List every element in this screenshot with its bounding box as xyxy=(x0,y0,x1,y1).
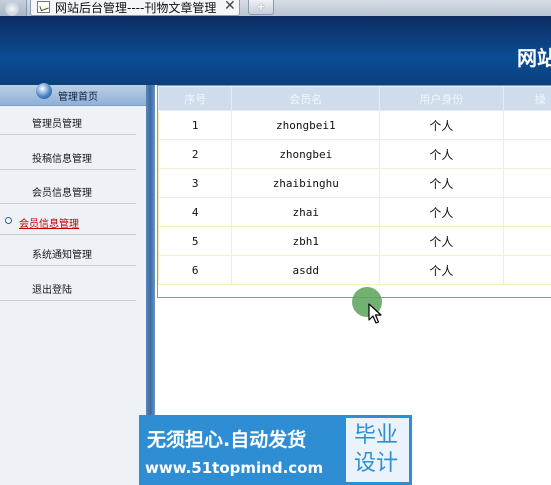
banner-slogan: 无须担心.自动发货 xyxy=(147,429,307,451)
sidebar-item-label: 管理员管理 xyxy=(32,119,82,130)
globe-icon xyxy=(36,83,52,99)
mouse-pointer-icon xyxy=(368,303,382,324)
table-row: 1 zhongbei1 个人 xyxy=(157,110,551,140)
cell-user-role: 个人 xyxy=(379,168,504,198)
cell-member-name: zhongbei1 xyxy=(231,110,381,140)
sidebar-item-logout[interactable]: 退出登陆 xyxy=(0,273,136,301)
cell-actions xyxy=(502,110,551,140)
browser-home-tab[interactable] xyxy=(0,0,27,16)
cell-user-role: 个人 xyxy=(379,197,504,227)
sidebar-item-admin-management[interactable]: 管理员管理 xyxy=(0,107,136,135)
banner-label-line1: 毕业 xyxy=(354,423,399,448)
sidebar-item-member-management[interactable]: 会员信息管理 xyxy=(0,176,136,204)
cell-actions xyxy=(502,255,551,285)
browser-tab-strip: 网站后台管理----刊物文章管理 ✕ + xyxy=(0,0,551,16)
sidebar-item-submission-management[interactable]: 投稿信息管理 xyxy=(0,142,136,170)
cell-user-role: 个人 xyxy=(379,110,504,140)
close-tab-icon[interactable]: ✕ xyxy=(224,0,236,14)
watermark-banner: 无须担心.自动发货 www.51topmind.com 毕业 设计 xyxy=(139,415,412,485)
banner-left-panel: 无须担心.自动发货 www.51topmind.com xyxy=(139,415,343,485)
sidebar-item-label: 退出登陆 xyxy=(32,285,72,296)
sidebar-item-label: 投稿信息管理 xyxy=(32,154,92,165)
table-row: 2 zhongbei 个人 xyxy=(157,139,551,169)
sidebar-home-label: 管理首页 xyxy=(58,92,98,103)
browser-tab[interactable]: 网站后台管理----刊物文章管理 ✕ xyxy=(30,0,240,16)
cell-no: 5 xyxy=(157,226,233,256)
sidebar-item-label: 会员信息管理 xyxy=(32,188,92,199)
cell-user-role: 个人 xyxy=(379,139,504,169)
column-header-member-name: 会员名 xyxy=(231,86,381,111)
column-header-no: 序号 xyxy=(157,86,233,111)
sidebar-item-member-management-active[interactable]: 会员信息管理 xyxy=(0,207,136,235)
sidebar-item-label: 系统通知管理 xyxy=(32,250,92,261)
table-row: 6 asdd 个人 xyxy=(157,255,551,285)
site-title: 网站 xyxy=(517,46,551,70)
table-row: 3 zhaibinghu 个人 xyxy=(157,168,551,198)
new-tab-button[interactable]: + xyxy=(248,0,274,15)
cell-no: 3 xyxy=(157,168,233,198)
table-row: 4 zhai 个人 xyxy=(157,197,551,227)
browser-menu-icon xyxy=(5,2,19,16)
cell-actions xyxy=(502,197,551,227)
cell-member-name: zhai xyxy=(231,197,381,227)
sidebar-home-header[interactable]: 管理首页 xyxy=(0,83,146,106)
sidebar: 管理首页 管理员管理 投稿信息管理 会员信息管理 会员信息管理 系统通知管理 退… xyxy=(0,83,146,485)
member-table: 序号 会员名 用户身份 操 1 zhongbei1 个人 2 zhongbei … xyxy=(157,86,551,285)
member-table-panel: 序号 会员名 用户身份 操 1 zhongbei1 个人 2 zhongbei … xyxy=(157,85,551,298)
sidebar-item-label: 会员信息管理 xyxy=(19,219,79,230)
banner-label-line2: 设计 xyxy=(354,451,399,476)
cell-member-name: zbh1 xyxy=(231,226,381,256)
table-header-row: 序号 会员名 用户身份 操 xyxy=(157,86,551,111)
browser-tab-title: 网站后台管理----刊物文章管理 xyxy=(55,1,217,15)
cell-actions xyxy=(502,226,551,256)
cell-user-role: 个人 xyxy=(379,255,504,285)
banner-url: www.51topmind.com xyxy=(145,459,324,477)
cell-no: 6 xyxy=(157,255,233,285)
column-header-user-role: 用户身份 xyxy=(379,86,504,111)
table-row: 5 zbh1 个人 xyxy=(157,226,551,256)
banner-right-panel: 毕业 设计 xyxy=(343,415,412,485)
column-header-actions: 操 xyxy=(502,86,551,111)
cell-user-role: 个人 xyxy=(379,226,504,256)
cell-no: 1 xyxy=(157,110,233,140)
cell-no: 4 xyxy=(157,197,233,227)
cell-member-name: zhongbei xyxy=(231,139,381,169)
site-header: 网站 xyxy=(0,16,551,85)
sidebar-item-notice-management[interactable]: 系统通知管理 xyxy=(0,238,136,266)
cell-member-name: asdd xyxy=(231,255,381,285)
cell-actions xyxy=(502,168,551,198)
cell-member-name: zhaibinghu xyxy=(231,168,381,198)
page-favicon-icon xyxy=(37,1,50,13)
cell-no: 2 xyxy=(157,139,233,169)
bullet-icon xyxy=(5,217,12,224)
cell-actions xyxy=(502,139,551,169)
